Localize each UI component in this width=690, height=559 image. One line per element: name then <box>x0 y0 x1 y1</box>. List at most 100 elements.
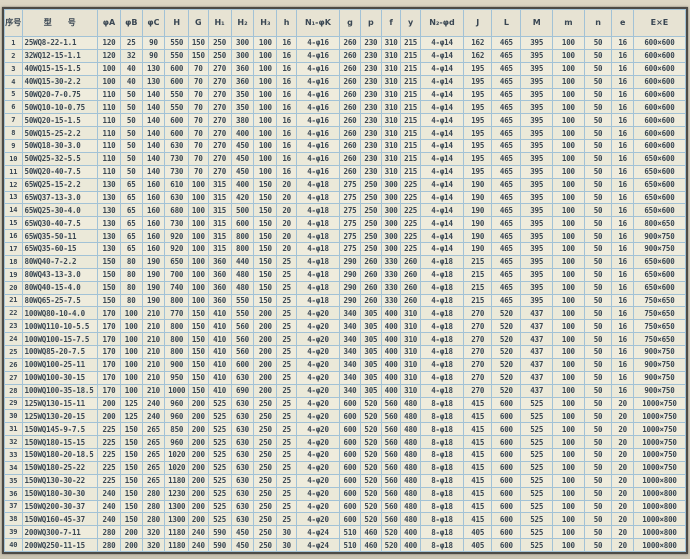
value-cell: 600×600 <box>633 127 685 140</box>
value-cell: 360 <box>208 268 231 281</box>
value-cell: 190 <box>142 255 165 268</box>
value-cell: 4-φ20 <box>296 474 339 487</box>
model-cell: 125WQ130-15-11 <box>22 397 98 410</box>
value-cell: 260 <box>340 140 361 153</box>
value-cell: 270 <box>464 320 492 333</box>
value-cell: 130 <box>98 217 121 230</box>
value-cell: 200 <box>120 526 142 539</box>
value-cell: 210 <box>142 384 165 397</box>
value-cell: 100 <box>189 217 209 230</box>
value-cell: 410 <box>208 358 231 371</box>
model-cell: 50WQ20-40-7.5 <box>22 165 98 178</box>
column-header: H₂ <box>231 10 254 37</box>
value-cell: 16 <box>612 165 634 178</box>
value-cell: 25 <box>277 294 297 307</box>
value-cell: 340 <box>340 358 361 371</box>
value-cell: 215 <box>464 255 492 268</box>
value-cell: 195 <box>464 114 492 127</box>
value-cell: 4-φ18 <box>420 346 463 359</box>
value-cell: 305 <box>360 320 381 333</box>
value-cell: 440 <box>231 255 254 268</box>
value-cell: 20 <box>277 217 297 230</box>
value-cell: 250 <box>254 461 277 474</box>
value-cell: 4-φ18 <box>420 307 463 320</box>
value-cell: 100 <box>254 127 277 140</box>
value-cell: 305 <box>360 307 381 320</box>
value-cell: 630 <box>165 191 189 204</box>
value-cell: 4-φ14 <box>420 88 463 101</box>
table-row: 36150WQ180-30-30240150280123020052563025… <box>5 487 686 500</box>
value-cell: 520 <box>360 500 381 513</box>
value-cell: 4-φ14 <box>420 191 463 204</box>
model-cell: 200WQ300-7-11 <box>22 526 98 539</box>
value-cell: 525 <box>521 539 553 552</box>
value-cell: 130 <box>142 62 165 75</box>
value-cell: 275 <box>340 243 361 256</box>
value-cell: 20 <box>612 500 634 513</box>
value-cell: 20 <box>612 461 634 474</box>
value-cell: 600 <box>492 513 521 526</box>
value-cell: 4-φ16 <box>296 49 339 62</box>
value-cell: 4-φ18 <box>420 294 463 307</box>
value-cell: 480 <box>401 461 421 474</box>
value-cell: 100 <box>189 204 209 217</box>
value-cell: 100 <box>553 500 585 513</box>
value-cell: 130 <box>98 230 121 243</box>
value-cell: 415 <box>464 487 492 500</box>
table-row: 1050WQ25-32-5.51105014073070270450100164… <box>5 152 686 165</box>
value-cell: 230 <box>360 140 381 153</box>
value-cell: 190 <box>464 243 492 256</box>
value-cell: 415 <box>464 436 492 449</box>
value-cell: 100 <box>553 140 585 153</box>
value-cell: 20 <box>612 526 634 539</box>
value-cell: 290 <box>340 268 361 281</box>
value-cell: 50 <box>584 165 612 178</box>
value-cell: 195 <box>464 75 492 88</box>
value-cell: 100 <box>553 539 585 552</box>
table-row: 650WQ10-10-0.751105014055070270350100164… <box>5 101 686 114</box>
value-cell: 8-φ18 <box>420 500 463 513</box>
value-cell: 275 <box>340 230 361 243</box>
value-cell: 215 <box>401 152 421 165</box>
value-cell: 140 <box>142 140 165 153</box>
value-cell: 630 <box>231 449 254 462</box>
value-cell: 190 <box>464 204 492 217</box>
value-cell: 50 <box>584 449 612 462</box>
value-cell: 50 <box>120 165 142 178</box>
value-cell: 360 <box>208 294 231 307</box>
value-cell: 100 <box>189 268 209 281</box>
row-index-cell: 20 <box>5 281 23 294</box>
value-cell: 300 <box>231 37 254 50</box>
value-cell: 100 <box>553 526 585 539</box>
value-cell: 16 <box>612 152 634 165</box>
model-cell: 200WQ250-11-15 <box>22 539 98 552</box>
value-cell: 4-φ16 <box>296 62 339 75</box>
value-cell: 415 <box>464 397 492 410</box>
value-cell: 415 <box>464 449 492 462</box>
value-cell: 225 <box>98 474 121 487</box>
value-cell: 410 <box>208 346 231 359</box>
row-index-cell: 30 <box>5 410 23 423</box>
value-cell: 265 <box>142 449 165 462</box>
value-cell: 20 <box>277 243 297 256</box>
value-cell: 1020 <box>165 449 189 462</box>
value-cell: 150 <box>254 178 277 191</box>
value-cell: 100 <box>553 294 585 307</box>
value-cell: 4-φ14 <box>420 62 463 75</box>
value-cell: 650×600 <box>633 204 685 217</box>
column-header: M <box>521 10 553 37</box>
value-cell: 380 <box>231 114 254 127</box>
value-cell: 700 <box>165 268 189 281</box>
value-cell: 215 <box>464 268 492 281</box>
value-cell: 950 <box>165 371 189 384</box>
value-cell: 4-φ18 <box>420 320 463 333</box>
value-cell: 900×750 <box>633 346 685 359</box>
model-cell: 65WQ30-40-7.5 <box>22 217 98 230</box>
value-cell: 65 <box>120 243 142 256</box>
value-cell: 100 <box>189 294 209 307</box>
value-cell: 100 <box>553 152 585 165</box>
value-cell: 315 <box>208 243 231 256</box>
value-cell: 50 <box>120 127 142 140</box>
value-cell: 90 <box>142 49 165 62</box>
value-cell: 260 <box>340 49 361 62</box>
